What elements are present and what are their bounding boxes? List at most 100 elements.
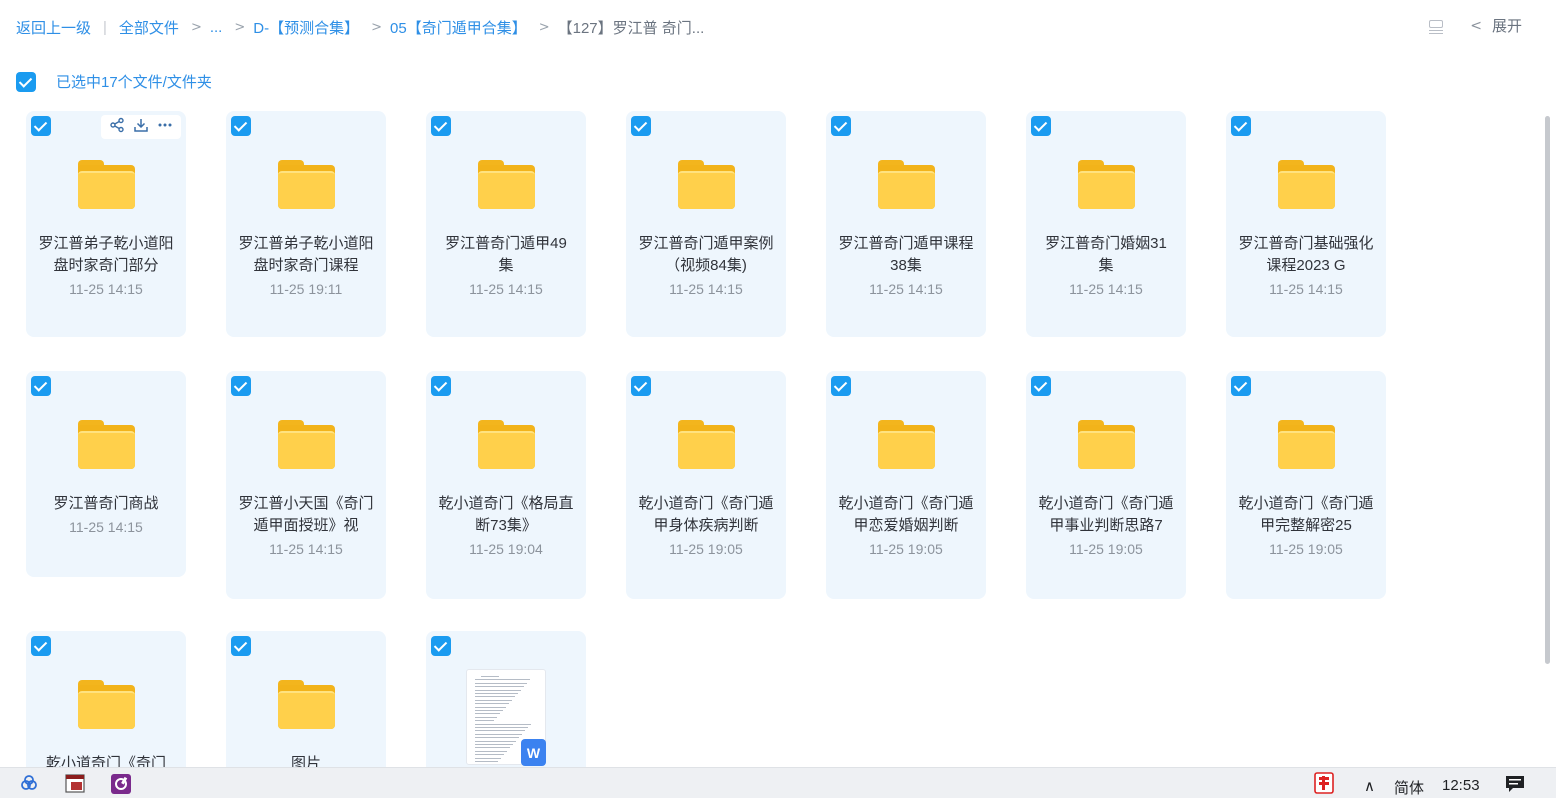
folder-card[interactable]: 乾小道奇门《奇门遁甲事业判断思路7 11-25 19:05: [1026, 371, 1186, 599]
folder-card[interactable]: 罗江普弟子乾小道阳盘时家奇门课程 11-25 19:11: [226, 111, 386, 337]
breadcrumb-ellipsis[interactable]: ...: [210, 19, 223, 36]
folder-icon: [1078, 160, 1135, 209]
detail-panel-icon[interactable]: [1428, 18, 1444, 34]
app-window-icon[interactable]: [65, 774, 85, 793]
app-cloud-icon[interactable]: [20, 775, 38, 791]
breadcrumb-bar: 返回上一级 | 全部文件 > ... > D-【预测合集】 > 05【奇门遁甲合…: [0, 0, 1556, 52]
folder-icon: [878, 160, 935, 209]
item-modified-time: 11-25 19:05: [869, 541, 943, 557]
folder-card[interactable]: 乾小道奇门《奇门: [26, 631, 186, 767]
share-icon[interactable]: [109, 117, 125, 138]
folder-card[interactable]: 罗江普奇门婚姻31集 11-25 14:15: [1026, 111, 1186, 337]
item-modified-time: 11-25 14:15: [269, 541, 343, 557]
folder-icon: [478, 160, 535, 209]
folder-card[interactable]: 罗江普小天国《奇门遁甲面授班》视 11-25 14:15: [226, 371, 386, 599]
item-checkbox[interactable]: [231, 376, 251, 396]
item-checkbox[interactable]: [231, 636, 251, 656]
chevron-right-icon: >: [234, 19, 246, 35]
download-icon[interactable]: [133, 117, 149, 138]
item-modified-time: 11-25 14:15: [869, 281, 943, 297]
more-icon[interactable]: [157, 117, 173, 138]
item-checkbox[interactable]: [31, 636, 51, 656]
folder-card[interactable]: 乾小道奇门《奇门遁甲完整解密25 11-25 19:05: [1226, 371, 1386, 599]
vertical-scrollbar[interactable]: [1545, 116, 1550, 664]
item-name: 罗江普奇门婚姻31集: [1045, 235, 1167, 274]
item-checkbox[interactable]: [831, 376, 851, 396]
expand-button[interactable]: < 展开: [1458, 15, 1522, 36]
folder-card[interactable]: 乾小道奇门《奇门遁甲恋爱婚姻判断 11-25 19:05: [826, 371, 986, 599]
folder-icon: [1278, 420, 1335, 469]
item-name: 乾小道奇门《奇门: [45, 755, 166, 767]
clock[interactable]: 12:53: [1442, 777, 1480, 794]
breadcrumb-divider: |: [103, 18, 107, 36]
chevron-left-icon: <: [1470, 17, 1482, 34]
app-editor-icon[interactable]: [111, 774, 131, 794]
folder-icon: [678, 420, 735, 469]
item-name: 罗江普奇门基础强化课程2023 G: [1238, 235, 1374, 274]
breadcrumb-level2[interactable]: 05【奇门遁甲合集】: [390, 17, 527, 38]
item-name: 罗江普弟子乾小道阳盘时家奇门课程: [238, 235, 374, 274]
word-doc-icon: W: [521, 739, 546, 766]
file-card[interactable]: W乾小道奇门6套125: [426, 631, 586, 767]
item-checkbox[interactable]: [31, 376, 51, 396]
folder-card[interactable]: 罗江普奇门遁甲案例（视频84集) 11-25 14:15: [626, 111, 786, 337]
folder-card[interactable]: 乾小道奇门《奇门遁甲身体疾病判断 11-25 19:05: [626, 371, 786, 599]
item-checkbox[interactable]: [1031, 376, 1051, 396]
tray-expand-chevron[interactable]: ∧: [1364, 777, 1375, 795]
folder-card[interactable]: 乾小道奇门《格局直断73集》 11-25 19:04: [426, 371, 586, 599]
item-name: 罗江普弟子乾小道阳盘时家奇门部分: [38, 235, 174, 274]
item-modified-time: 11-25 19:11: [269, 281, 343, 297]
breadcrumb: 返回上一级 | 全部文件 > ... > D-【预测合集】 > 05【奇门遁甲合…: [16, 17, 704, 37]
folder-card[interactable]: 罗江普奇门遁甲49集 11-25 14:15: [426, 111, 586, 337]
item-checkbox[interactable]: [31, 116, 51, 136]
folder-icon: [278, 420, 335, 469]
item-checkbox[interactable]: [631, 116, 651, 136]
item-name: 图片: [290, 755, 321, 767]
item-checkbox[interactable]: [1031, 116, 1051, 136]
breadcrumb-level1[interactable]: D-【预测合集】: [253, 17, 359, 38]
expand-label: 展开: [1491, 18, 1522, 35]
folder-icon: [278, 160, 335, 209]
notification-icon[interactable]: [1505, 775, 1525, 793]
item-checkbox[interactable]: [431, 376, 451, 396]
item-checkbox[interactable]: [1231, 376, 1251, 396]
select-all-checkbox[interactable]: [16, 71, 36, 92]
card-actions: [101, 115, 181, 139]
item-checkbox[interactable]: [631, 376, 651, 396]
folder-icon: [678, 160, 735, 209]
selection-count-label: 已选中17个文件/文件夹: [56, 74, 212, 91]
folder-card[interactable]: 罗江普奇门基础强化课程2023 G 11-25 14:15: [1226, 111, 1386, 337]
folder-icon: [1278, 160, 1335, 209]
folder-card[interactable]: 罗江普奇门遁甲课程38集 11-25 14:15: [826, 111, 986, 337]
folder-card[interactable]: 罗江普奇门商战 11-25 14:15: [26, 371, 186, 577]
selection-bar: 已选中17个文件/文件夹: [16, 71, 212, 92]
breadcrumb-all-files[interactable]: 全部文件: [119, 17, 179, 38]
folder-card[interactable]: 罗江普弟子乾小道阳盘时家奇门部分 11-25 14:15: [26, 111, 186, 337]
taskbar: ∧ 简体 12:53: [0, 767, 1556, 798]
back-link[interactable]: 返回上一级: [16, 17, 91, 38]
item-name: 罗江普奇门商战: [53, 495, 159, 512]
item-name: 罗江普小天国《奇门遁甲面授班》视: [238, 495, 374, 534]
folder-card[interactable]: 图片: [226, 631, 386, 767]
item-checkbox[interactable]: [231, 116, 251, 136]
folder-icon: [278, 680, 335, 729]
item-modified-time: 11-25 14:15: [469, 281, 543, 297]
item-checkbox[interactable]: [1231, 116, 1251, 136]
chevron-right-icon: >: [190, 19, 202, 35]
ime-icon[interactable]: [1312, 771, 1336, 795]
item-modified-time: 11-25 19:05: [1069, 541, 1143, 557]
file-grid: 罗江普弟子乾小道阳盘时家奇门部分 11-25 14:15 罗江普弟子乾小道阳盘时家奇…: [26, 111, 1526, 767]
breadcrumb-current: 【127】罗江普 奇门...: [557, 19, 705, 37]
item-checkbox[interactable]: [431, 636, 451, 656]
folder-icon: [78, 160, 135, 209]
item-checkbox[interactable]: [431, 116, 451, 136]
chevron-right-icon: >: [538, 19, 550, 35]
item-name: 乾小道奇门《格局直断73集》: [438, 495, 574, 534]
item-name: 乾小道奇门《奇门遁甲完整解密25: [1238, 495, 1374, 534]
item-checkbox[interactable]: [831, 116, 851, 136]
language-indicator[interactable]: 简体: [1394, 777, 1424, 798]
chevron-right-icon: >: [371, 19, 383, 35]
item-name: 乾小道奇门《奇门遁甲事业判断思路7: [1038, 495, 1174, 534]
item-name: 罗江普奇门遁甲49集: [445, 235, 567, 274]
folder-icon: [78, 420, 135, 469]
